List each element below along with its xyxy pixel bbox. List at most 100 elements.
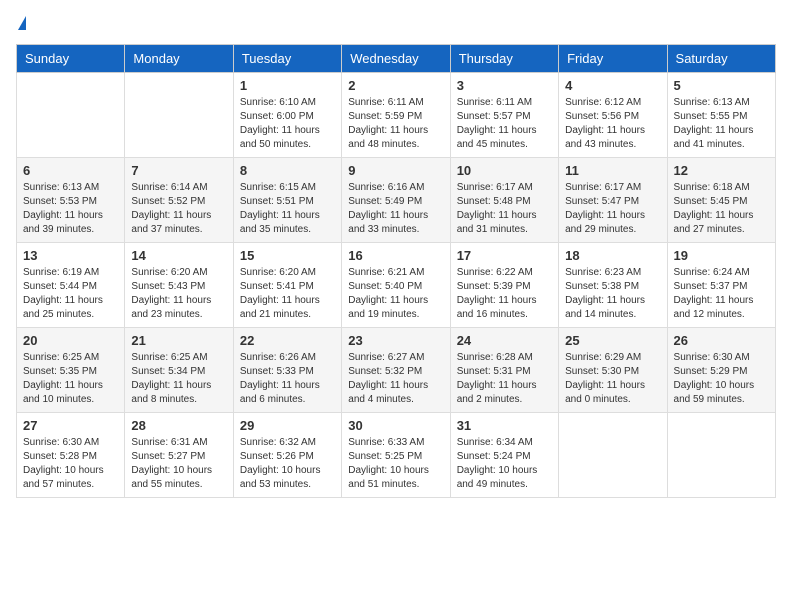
day-info: Sunrise: 6:28 AMSunset: 5:31 PMDaylight:… <box>457 351 552 407</box>
day-info: Sunrise: 6:18 AMSunset: 5:45 PMDaylight:… <box>674 181 769 237</box>
calendar-header-saturday: Saturday <box>667 45 775 73</box>
day-number: 5 <box>674 78 769 93</box>
calendar-cell: 24 Sunrise: 6:28 AMSunset: 5:31 PMDayligh… <box>450 328 558 413</box>
day-number: 2 <box>348 78 443 93</box>
day-number: 21 <box>131 333 226 348</box>
day-info: Sunrise: 6:34 AMSunset: 5:24 PMDaylight:… <box>457 436 552 492</box>
day-info: Sunrise: 6:17 AMSunset: 5:48 PMDaylight:… <box>457 181 552 237</box>
calendar-cell: 16Sunrise: 6:21 AMSunset: 5:40 PMDayligh… <box>342 243 450 328</box>
day-info: Sunrise: 6:16 AMSunset: 5:49 PMDaylight:… <box>348 181 443 237</box>
calendar-cell: 29 Sunrise: 6:32 AMSunset: 5:26 PMDayligh… <box>233 413 341 498</box>
calendar-week-row: 13 Sunrise: 6:19 AMSunset: 5:44 PMDayligh… <box>17 243 776 328</box>
logo-triangle-icon <box>18 16 26 30</box>
calendar-cell: 27Sunrise: 6:30 AMSunset: 5:28 PMDayligh… <box>17 413 125 498</box>
day-number: 24 <box>457 333 552 348</box>
day-info: Sunrise: 6:17 AMSunset: 5:47 PMDaylight:… <box>565 181 660 237</box>
calendar-cell <box>125 73 233 158</box>
calendar-cell: 6 Sunrise: 6:13 AMSunset: 5:53 PMDaylight… <box>17 158 125 243</box>
calendar-header-sunday: Sunday <box>17 45 125 73</box>
day-info: Sunrise: 6:12 AMSunset: 5:56 PMDaylight:… <box>565 96 660 152</box>
calendar-cell: 17 Sunrise: 6:22 AMSunset: 5:39 PMDayligh… <box>450 243 558 328</box>
day-number: 7 <box>131 163 226 178</box>
day-number: 14 <box>131 248 226 263</box>
day-number: 11 <box>565 163 660 178</box>
calendar-header-wednesday: Wednesday <box>342 45 450 73</box>
calendar-cell: 30 Sunrise: 6:33 AMSunset: 5:25 PMDayligh… <box>342 413 450 498</box>
day-number: 9 <box>348 163 443 178</box>
day-info: Sunrise: 6:10 AMSunset: 6:00 PMDaylight:… <box>240 96 335 152</box>
calendar-cell: 9 Sunrise: 6:16 AMSunset: 5:49 PMDaylight… <box>342 158 450 243</box>
day-number: 29 <box>240 418 335 433</box>
calendar-cell: 14 Sunrise: 6:20 AMSunset: 5:43 PMDayligh… <box>125 243 233 328</box>
calendar-table: SundayMondayTuesdayWednesdayThursdayFrid… <box>16 44 776 498</box>
day-info: Sunrise: 6:11 AMSunset: 5:59 PMDaylight:… <box>348 96 443 152</box>
day-info: Sunrise: 6:22 AMSunset: 5:39 PMDaylight:… <box>457 266 552 322</box>
calendar-cell: 26 Sunrise: 6:30 AMSunset: 5:29 PMDayligh… <box>667 328 775 413</box>
day-info: Sunrise: 6:15 AMSunset: 5:51 PMDaylight:… <box>240 181 335 237</box>
page-header <box>16 16 776 32</box>
day-number: 19 <box>674 248 769 263</box>
calendar-cell: 19 Sunrise: 6:24 AMSunset: 5:37 PMDayligh… <box>667 243 775 328</box>
day-number: 23 <box>348 333 443 348</box>
day-info: Sunrise: 6:25 AMSunset: 5:35 PMDaylight:… <box>23 351 118 407</box>
calendar-cell: 12 Sunrise: 6:18 AMSunset: 5:45 PMDayligh… <box>667 158 775 243</box>
day-number: 22 <box>240 333 335 348</box>
day-number: 12 <box>674 163 769 178</box>
calendar-cell <box>667 413 775 498</box>
calendar-cell: 20 Sunrise: 6:25 AMSunset: 5:35 PMDayligh… <box>17 328 125 413</box>
calendar-cell: 11 Sunrise: 6:17 AMSunset: 5:47 PMDayligh… <box>559 158 667 243</box>
calendar-week-row: 20 Sunrise: 6:25 AMSunset: 5:35 PMDayligh… <box>17 328 776 413</box>
day-info: Sunrise: 6:33 AMSunset: 5:25 PMDaylight:… <box>348 436 443 492</box>
day-number: 3 <box>457 78 552 93</box>
day-number: 17 <box>457 248 552 263</box>
calendar-cell: 3 Sunrise: 6:11 AMSunset: 5:57 PMDaylight… <box>450 73 558 158</box>
calendar-header-monday: Monday <box>125 45 233 73</box>
day-info: Sunrise: 6:25 AMSunset: 5:34 PMDaylight:… <box>131 351 226 407</box>
calendar-cell: 10 Sunrise: 6:17 AMSunset: 5:48 PMDayligh… <box>450 158 558 243</box>
day-number: 28 <box>131 418 226 433</box>
calendar-cell: 5 Sunrise: 6:13 AMSunset: 5:55 PMDaylight… <box>667 73 775 158</box>
calendar-header-tuesday: Tuesday <box>233 45 341 73</box>
calendar-header-row: SundayMondayTuesdayWednesdayThursdayFrid… <box>17 45 776 73</box>
day-info: Sunrise: 6:20 AMSunset: 5:43 PMDaylight:… <box>131 266 226 322</box>
day-number: 16 <box>348 248 443 263</box>
day-number: 4 <box>565 78 660 93</box>
day-number: 26 <box>674 333 769 348</box>
calendar-cell: 25Sunrise: 6:29 AMSunset: 5:30 PMDayligh… <box>559 328 667 413</box>
day-number: 20 <box>23 333 118 348</box>
day-info: Sunrise: 6:13 AMSunset: 5:53 PMDaylight:… <box>23 181 118 237</box>
calendar-header-thursday: Thursday <box>450 45 558 73</box>
calendar-week-row: 1 Sunrise: 6:10 AMSunset: 6:00 PMDaylight… <box>17 73 776 158</box>
day-info: Sunrise: 6:31 AMSunset: 5:27 PMDaylight:… <box>131 436 226 492</box>
calendar-week-row: 6 Sunrise: 6:13 AMSunset: 5:53 PMDaylight… <box>17 158 776 243</box>
day-number: 27 <box>23 418 118 433</box>
calendar-header-friday: Friday <box>559 45 667 73</box>
day-number: 10 <box>457 163 552 178</box>
calendar-cell: 7 Sunrise: 6:14 AMSunset: 5:52 PMDaylight… <box>125 158 233 243</box>
day-number: 6 <box>23 163 118 178</box>
calendar-cell: 23Sunrise: 6:27 AMSunset: 5:32 PMDayligh… <box>342 328 450 413</box>
day-info: Sunrise: 6:26 AMSunset: 5:33 PMDaylight:… <box>240 351 335 407</box>
day-number: 13 <box>23 248 118 263</box>
calendar-cell: 22 Sunrise: 6:26 AMSunset: 5:33 PMDayligh… <box>233 328 341 413</box>
day-info: Sunrise: 6:19 AMSunset: 5:44 PMDaylight:… <box>23 266 118 322</box>
calendar-cell: 1 Sunrise: 6:10 AMSunset: 6:00 PMDaylight… <box>233 73 341 158</box>
calendar-week-row: 27Sunrise: 6:30 AMSunset: 5:28 PMDayligh… <box>17 413 776 498</box>
day-number: 30 <box>348 418 443 433</box>
day-number: 1 <box>240 78 335 93</box>
day-info: Sunrise: 6:24 AMSunset: 5:37 PMDaylight:… <box>674 266 769 322</box>
day-info: Sunrise: 6:32 AMSunset: 5:26 PMDaylight:… <box>240 436 335 492</box>
calendar-cell <box>17 73 125 158</box>
day-number: 18 <box>565 248 660 263</box>
calendar-cell: 8Sunrise: 6:15 AMSunset: 5:51 PMDaylight… <box>233 158 341 243</box>
day-info: Sunrise: 6:14 AMSunset: 5:52 PMDaylight:… <box>131 181 226 237</box>
calendar-cell: 18 Sunrise: 6:23 AMSunset: 5:38 PMDayligh… <box>559 243 667 328</box>
day-info: Sunrise: 6:30 AMSunset: 5:29 PMDaylight:… <box>674 351 769 407</box>
day-number: 25 <box>565 333 660 348</box>
day-info: Sunrise: 6:11 AMSunset: 5:57 PMDaylight:… <box>457 96 552 152</box>
day-number: 15 <box>240 248 335 263</box>
day-info: Sunrise: 6:13 AMSunset: 5:55 PMDaylight:… <box>674 96 769 152</box>
calendar-cell: 28 Sunrise: 6:31 AMSunset: 5:27 PMDayligh… <box>125 413 233 498</box>
day-info: Sunrise: 6:23 AMSunset: 5:38 PMDaylight:… <box>565 266 660 322</box>
day-info: Sunrise: 6:20 AMSunset: 5:41 PMDaylight:… <box>240 266 335 322</box>
